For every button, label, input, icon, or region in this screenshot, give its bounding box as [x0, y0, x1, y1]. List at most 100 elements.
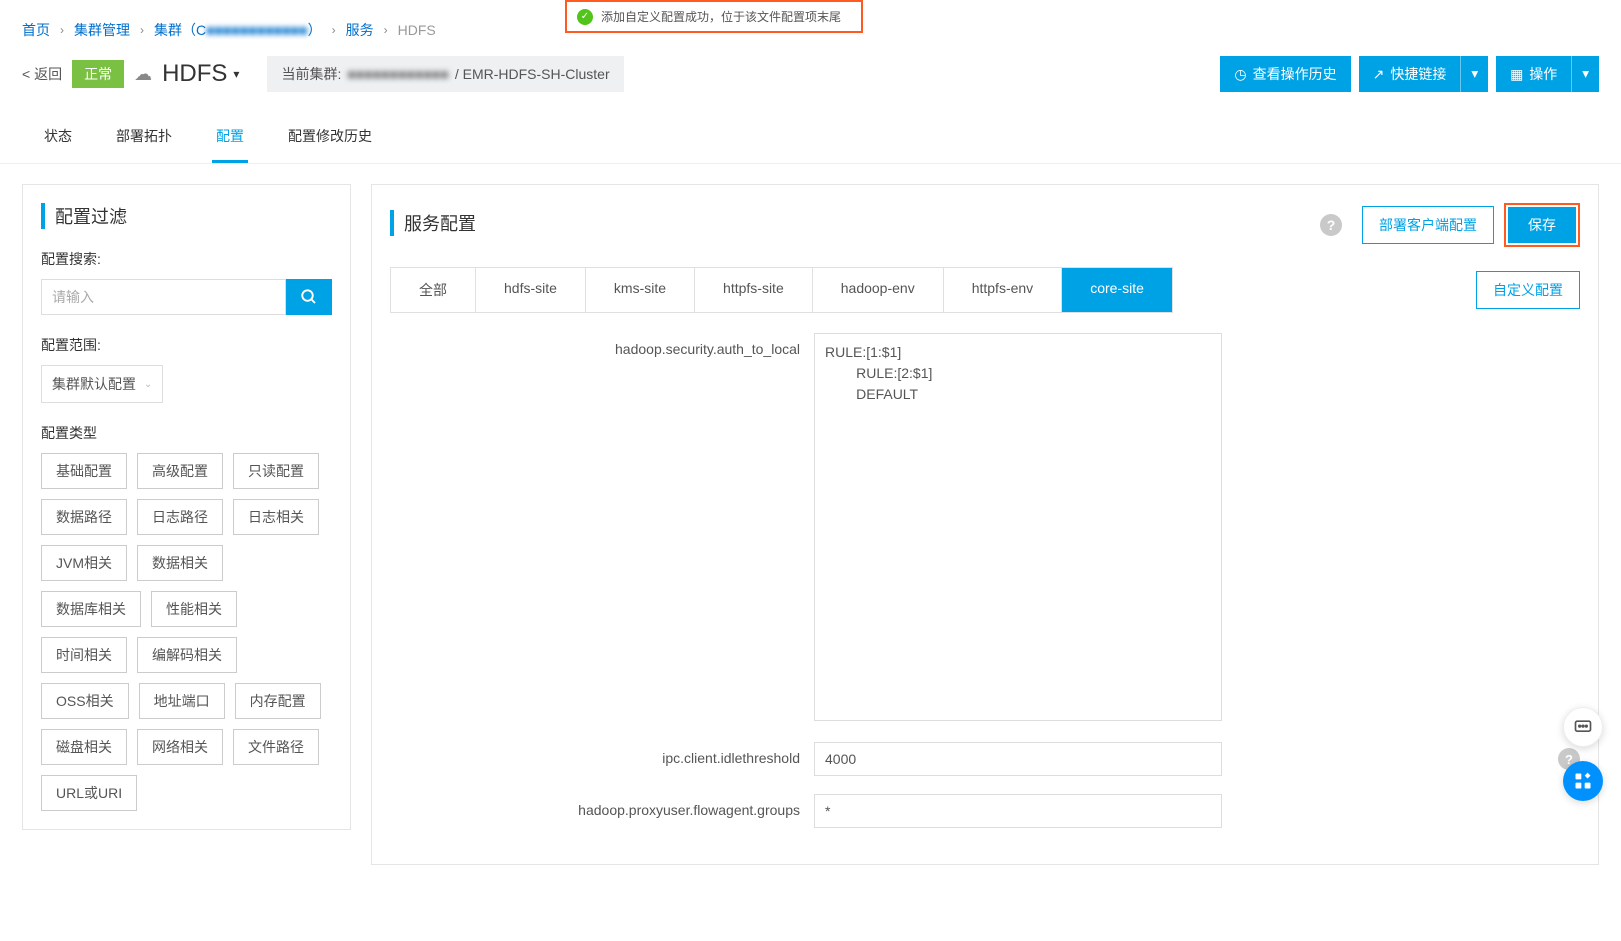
type-group: 配置类型 基础配置 高级配置 只读配置 数据路径 日志路径 日志相关 JVM相关… — [41, 423, 332, 811]
tag-perf[interactable]: 性能相关 — [151, 591, 237, 627]
hdfs-icon: ☁ — [134, 64, 152, 85]
apps-button[interactable] — [1563, 761, 1603, 801]
type-label: 配置类型 — [41, 423, 332, 443]
page-header: < 返回 正常 ☁ HDFS ▾ 当前集群: ■■■■■■■■■■■■ / EM… — [0, 52, 1621, 104]
clock-icon: ◷ — [1234, 66, 1246, 83]
tab-config[interactable]: 配置 — [212, 118, 248, 163]
bc-cluster[interactable]: 集群（C■■■■■■■■■■■■） — [154, 20, 322, 40]
tag-addrport[interactable]: 地址端口 — [139, 683, 225, 719]
config-panel: 服务配置 ? 部署客户端配置 保存 全部 hdfs-site kms-site … — [371, 184, 1599, 865]
tab-topology[interactable]: 部署拓扑 — [112, 118, 176, 163]
tag-datarelated[interactable]: 数据相关 — [137, 545, 223, 581]
header-actions: ◷ 查看操作历史 ↗ 快捷链接 ▾ ▦ 操作 ▾ — [1220, 56, 1599, 92]
chevron-right-icon: › — [332, 23, 336, 37]
config-title: 服务配置 — [390, 210, 1320, 236]
grid-icon: ▦ — [1510, 66, 1523, 83]
view-history-label: 查看操作历史 — [1253, 64, 1337, 84]
config-row-flowagent-groups: hadoop.proxyuser.flowagent.groups — [390, 794, 1580, 828]
tag-memory[interactable]: 内存配置 — [235, 683, 321, 719]
chat-button[interactable] — [1563, 707, 1603, 747]
tag-advanced[interactable]: 高级配置 — [137, 453, 223, 489]
chevron-down-icon: ⌄ — [144, 379, 152, 390]
tag-time[interactable]: 时间相关 — [41, 637, 127, 673]
file-tab-all[interactable]: 全部 — [391, 268, 476, 312]
chat-icon — [1573, 717, 1593, 737]
tag-codec[interactable]: 编解码相关 — [137, 637, 237, 673]
quicklinks-dropdown[interactable]: ▾ — [1461, 56, 1488, 92]
back-button[interactable]: < 返回 — [22, 64, 62, 84]
success-toast: ✓ 添加自定义配置成功，位于该文件配置项末尾 — [565, 0, 863, 33]
file-tabs-row: 全部 hdfs-site kms-site httpfs-site hadoop… — [390, 267, 1580, 313]
cluster-id: ■■■■■■■■■■■■ — [347, 66, 448, 82]
tag-disk[interactable]: 磁盘相关 — [41, 729, 127, 765]
config-head: 服务配置 ? 部署客户端配置 保存 — [390, 203, 1580, 247]
tag-oss[interactable]: OSS相关 — [41, 683, 129, 719]
tab-status[interactable]: 状态 — [40, 118, 76, 163]
service-title[interactable]: HDFS ▾ — [162, 60, 239, 88]
custom-config-button[interactable]: 自定义配置 — [1476, 271, 1580, 309]
config-rows: hadoop.security.auth_to_local ipc.client… — [390, 333, 1580, 828]
file-tab-hadoop-env[interactable]: hadoop-env — [813, 268, 944, 312]
tag-readonly[interactable]: 只读配置 — [233, 453, 319, 489]
operations-main[interactable]: ▦ 操作 — [1496, 56, 1572, 92]
view-history-button[interactable]: ◷ 查看操作历史 — [1220, 56, 1350, 92]
bc-service[interactable]: 服务 — [346, 20, 374, 40]
config-value-input[interactable] — [814, 794, 1222, 828]
floating-buttons — [1563, 707, 1603, 801]
breadcrumb: 首页 › 集群管理 › 集群（C■■■■■■■■■■■■） › 服务 › HDF… — [0, 0, 1621, 52]
tag-basic[interactable]: 基础配置 — [41, 453, 127, 489]
operations-dropdown[interactable]: ▾ — [1572, 56, 1599, 92]
tag-logpath[interactable]: 日志路径 — [137, 499, 223, 535]
help-icon[interactable]: ? — [1320, 214, 1342, 236]
config-key: hadoop.proxyuser.flowagent.groups — [390, 794, 800, 818]
tag-dbrelated[interactable]: 数据库相关 — [41, 591, 141, 627]
operations-label: 操作 — [1529, 64, 1557, 84]
config-row-auth-to-local: hadoop.security.auth_to_local — [390, 333, 1580, 724]
external-link-icon: ↗ — [1373, 66, 1385, 83]
file-tab-httpfs-site[interactable]: httpfs-site — [695, 268, 813, 312]
search-input[interactable] — [41, 279, 286, 315]
quicklinks-button[interactable]: ↗ 快捷链接 ▾ — [1359, 56, 1488, 92]
check-circle-icon: ✓ — [577, 9, 593, 25]
tab-bar: 状态 部署拓扑 配置 配置修改历史 — [0, 104, 1621, 164]
cluster-label: 当前集群: — [281, 64, 341, 84]
save-button[interactable]: 保存 — [1508, 207, 1576, 243]
config-value-input[interactable] — [814, 742, 1222, 776]
file-tab-core-site[interactable]: core-site — [1062, 268, 1172, 312]
tag-filepath[interactable]: 文件路径 — [233, 729, 319, 765]
bc-cluster-id: ■■■■■■■■■■■■ — [206, 22, 307, 38]
tab-history[interactable]: 配置修改历史 — [284, 118, 376, 163]
deploy-client-config-button[interactable]: 部署客户端配置 — [1362, 206, 1494, 244]
search-label: 配置搜索: — [41, 249, 332, 269]
cluster-name: / EMR-HDFS-SH-Cluster — [455, 66, 610, 82]
config-value-textarea[interactable] — [814, 333, 1222, 721]
tag-logrelated[interactable]: 日志相关 — [233, 499, 319, 535]
filter-panel: 配置过滤 配置搜索: 配置范围: 集群默认配置 ⌄ 配置类型 基础配置 高级配置 — [22, 184, 351, 830]
file-tab-hdfs-site[interactable]: hdfs-site — [476, 268, 586, 312]
search-group: 配置搜索: — [41, 249, 332, 315]
scope-group: 配置范围: 集群默认配置 ⌄ — [41, 335, 332, 403]
scope-select[interactable]: 集群默认配置 ⌄ — [41, 365, 163, 403]
config-key: hadoop.security.auth_to_local — [390, 333, 800, 357]
chevron-down-icon: ▾ — [1471, 66, 1478, 81]
bc-current: HDFS — [398, 22, 436, 38]
quicklinks-label: 快捷链接 — [1390, 64, 1446, 84]
quicklinks-main[interactable]: ↗ 快捷链接 — [1359, 56, 1462, 92]
content: 配置过滤 配置搜索: 配置范围: 集群默认配置 ⌄ 配置类型 基础配置 高级配置 — [0, 164, 1621, 885]
bc-home[interactable]: 首页 — [22, 20, 50, 40]
tag-cloud: 基础配置 高级配置 只读配置 数据路径 日志路径 日志相关 JVM相关 数据相关… — [41, 453, 332, 811]
config-row-idlethreshold: ipc.client.idlethreshold ? — [390, 742, 1580, 776]
chevron-right-icon: › — [60, 23, 64, 37]
chevron-right-icon: › — [384, 23, 388, 37]
tag-jvm[interactable]: JVM相关 — [41, 545, 127, 581]
bc-cluster-suffix: ） — [308, 22, 322, 38]
file-tab-kms-site[interactable]: kms-site — [586, 268, 695, 312]
tag-urluri[interactable]: URL或URI — [41, 775, 137, 811]
tag-datapath[interactable]: 数据路径 — [41, 499, 127, 535]
search-button[interactable] — [286, 279, 332, 315]
operations-button[interactable]: ▦ 操作 ▾ — [1496, 56, 1599, 92]
bc-cluster-mgmt[interactable]: 集群管理 — [74, 20, 130, 40]
tag-network[interactable]: 网络相关 — [137, 729, 223, 765]
file-tab-httpfs-env[interactable]: httpfs-env — [944, 268, 1062, 312]
file-tabs: 全部 hdfs-site kms-site httpfs-site hadoop… — [390, 267, 1173, 313]
